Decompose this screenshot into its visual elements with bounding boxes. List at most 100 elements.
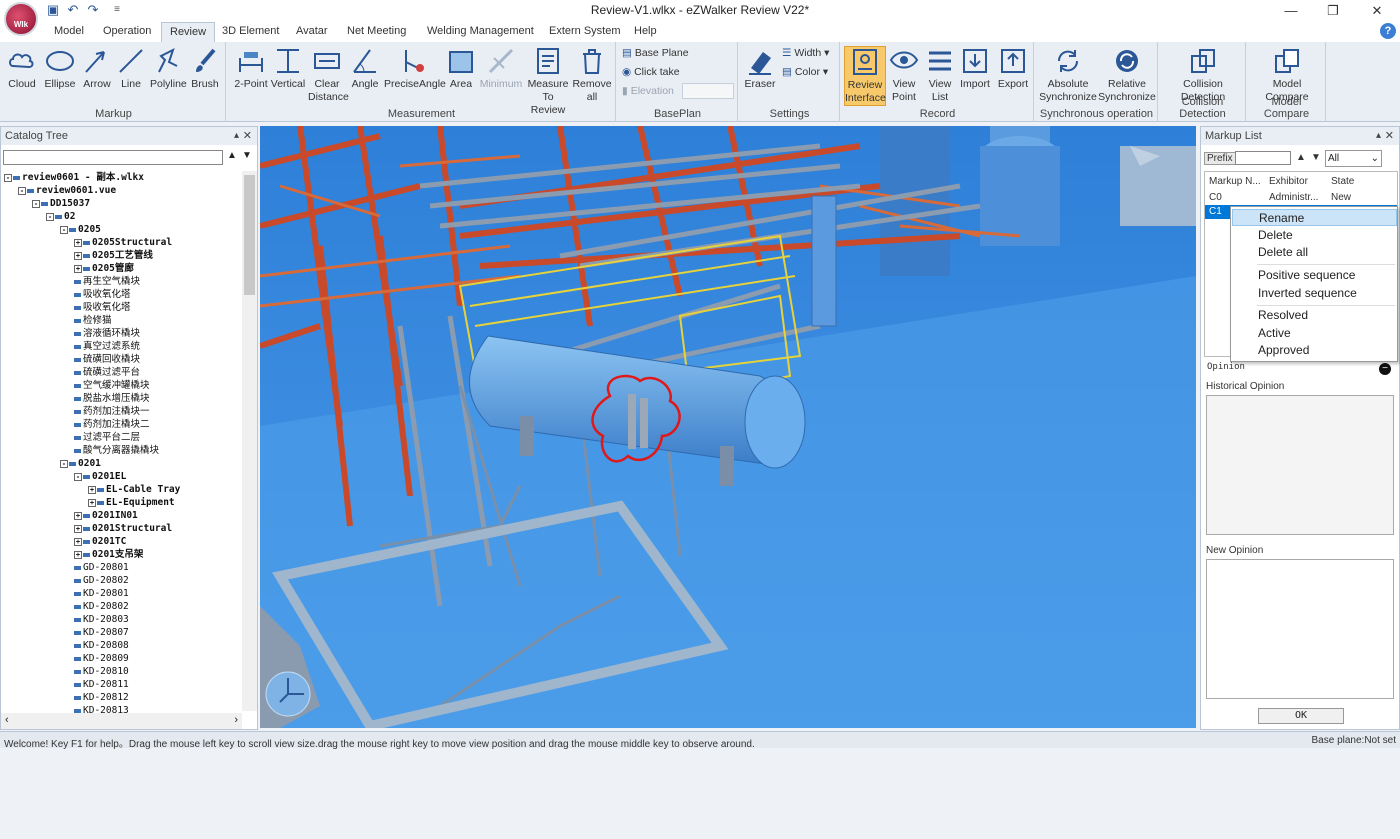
historical-opinion-box[interactable] [1206, 395, 1394, 535]
menu-item-inverted-sequence[interactable]: Inverted sequence [1232, 285, 1397, 302]
column-header-exhibitor[interactable]: Exhibitor [1269, 176, 1308, 187]
close-icon[interactable]: ✕ [1354, 0, 1400, 22]
prefix-input[interactable] [1235, 151, 1291, 165]
arrow-button[interactable]: Arrow [80, 46, 114, 91]
relative-synchronize-button[interactable]: Relative Synchronize [1098, 46, 1156, 104]
tree-item[interactable]: +0201TC [74, 535, 126, 548]
tree-item[interactable]: - 0201EL [74, 470, 126, 483]
tree-item[interactable]: 硫磺回收橇块 [74, 353, 140, 366]
cloud-button[interactable]: Cloud [6, 46, 38, 91]
polyline-button[interactable]: Polyline [150, 46, 187, 91]
collapse-icon[interactable]: - [60, 459, 68, 468]
catalog-horizontal-scrollbar[interactable]: ‹ › [1, 713, 242, 729]
expand-icon[interactable]: + [74, 550, 82, 559]
tree-item[interactable]: - 0201 [60, 457, 101, 470]
expand-icon[interactable]: + [74, 511, 82, 520]
measure-to-review-button[interactable]: Measure To Review [526, 46, 570, 117]
tree-item[interactable]: 药剂加注橇块二 [74, 418, 150, 431]
prefix-button[interactable]: Prefix [1204, 152, 1236, 165]
collapse-icon[interactable]: − [1379, 363, 1391, 375]
menu-item-delete[interactable]: Delete [1232, 227, 1397, 244]
tree-item[interactable]: +0201Structural [74, 522, 172, 535]
tree-item[interactable]: 再生空气橇块 [74, 275, 140, 288]
scroll-thumb[interactable] [244, 175, 255, 295]
tree-item[interactable]: 空气缓冲罐橇块 [74, 379, 150, 392]
collapse-icon[interactable]: - [60, 225, 68, 234]
tab-net-meeting[interactable]: Net Meeting [347, 25, 406, 37]
search-up-icon[interactable]: ▲ [227, 150, 237, 161]
3d-viewport[interactable] [260, 126, 1196, 728]
app-logo[interactable]: WIk [4, 2, 38, 36]
tree-item[interactable]: - review0601.vue [18, 184, 116, 197]
help-icon[interactable]: ? [1380, 23, 1396, 39]
view-point-button[interactable]: View Point [888, 46, 920, 104]
tree-item[interactable]: KD-20807 [74, 626, 129, 639]
tree-item[interactable]: KD-20808 [74, 639, 129, 652]
tab-extern-system[interactable]: Extern System [549, 25, 621, 37]
minimum-button[interactable]: Minimum [478, 46, 524, 91]
tree-item[interactable]: 脱盐水增压橇块 [74, 392, 150, 405]
tree-item[interactable]: - DD15037 [32, 197, 90, 210]
base-plane-button[interactable]: ▤ Base Plane [622, 47, 689, 59]
tab-welding-management[interactable]: Welding Management [427, 25, 534, 37]
absolute-synchronize-button[interactable]: Absolute Synchronize [1038, 46, 1098, 104]
tree-item[interactable]: +0201支吊架 [74, 548, 143, 561]
expand-icon[interactable]: + [88, 498, 96, 507]
tree-item[interactable]: +0205工艺管线 [74, 249, 153, 262]
minimize-icon[interactable]: — [1268, 0, 1314, 22]
tree-item[interactable]: KD-20809 [74, 652, 129, 665]
tree-item[interactable]: - 02 [46, 210, 75, 223]
tree-item[interactable]: KD-20810 [74, 665, 129, 678]
close-panel-icon[interactable]: ✕ [1385, 129, 1394, 142]
catalog-search-input[interactable] [3, 150, 223, 165]
tree-item[interactable]: - review0601 - 副本.wlkx [4, 171, 144, 184]
collapse-icon[interactable]: - [46, 212, 54, 221]
precise-angle-button[interactable]: PreciseAngle [384, 46, 446, 91]
angle-button[interactable]: Angle [348, 46, 382, 91]
eraser-button[interactable]: Eraser [742, 46, 778, 91]
view-list-button[interactable]: View List [924, 46, 956, 104]
table-row[interactable]: C0 Administr... New [1205, 190, 1397, 204]
state-filter-select[interactable]: All ⌄ [1325, 150, 1382, 167]
ok-button[interactable]: OK [1258, 708, 1344, 724]
column-header-state[interactable]: State [1331, 176, 1354, 187]
expand-icon[interactable]: + [74, 537, 82, 546]
catalog-vertical-scrollbar[interactable] [242, 171, 257, 711]
close-panel-icon[interactable]: ✕ [243, 129, 252, 142]
color-dropdown[interactable]: ▤ Color ▾ [782, 66, 828, 78]
tree-item[interactable]: GD-20801 [74, 561, 129, 574]
tab-review[interactable]: Review [161, 22, 216, 43]
tab-operation[interactable]: Operation [103, 25, 151, 37]
tree-item[interactable]: 硫磺过滤平台 [74, 366, 140, 379]
tab-3d-element[interactable]: 3D Element [222, 25, 279, 37]
prefix-up-icon[interactable]: ▲ [1296, 152, 1306, 163]
tree-item[interactable]: +0205管廊 [74, 262, 134, 275]
tree-item[interactable]: 溶液循环橇块 [74, 327, 140, 340]
tree-item[interactable]: 吸收氧化塔 [74, 301, 131, 314]
menu-item-approved[interactable]: Approved [1232, 342, 1397, 359]
tree-item[interactable]: + EL-Cable Tray [88, 483, 180, 496]
menu-item-rename[interactable]: Rename [1232, 209, 1397, 226]
tree-item[interactable]: +0205Structural [74, 236, 172, 249]
import-button[interactable]: Import [958, 46, 992, 91]
new-opinion-input[interactable] [1206, 559, 1394, 699]
collapse-icon[interactable]: - [74, 472, 82, 481]
review-interface-button[interactable]: Review Interface [844, 46, 886, 106]
export-button[interactable]: Export [996, 46, 1030, 91]
tree-item[interactable]: KD-20812 [74, 691, 129, 704]
remove-all-button[interactable]: Remove all [572, 46, 612, 104]
expand-icon[interactable]: + [74, 524, 82, 533]
tree-item[interactable]: KD-20802 [74, 600, 129, 613]
tree-item[interactable]: - 0205 [60, 223, 101, 236]
plant-model-scene[interactable] [260, 126, 1196, 728]
expand-icon[interactable]: + [74, 238, 82, 247]
collapse-icon[interactable]: - [4, 173, 12, 182]
menu-item-delete-all[interactable]: Delete all [1232, 244, 1397, 261]
tree-item[interactable]: KD-20803 [74, 613, 129, 626]
tab-model[interactable]: Model [54, 25, 84, 37]
two-point-button[interactable]: 2-Point [232, 46, 270, 91]
ellipse-button[interactable]: Ellipse [42, 46, 78, 91]
expand-icon[interactable]: + [74, 251, 82, 260]
maximize-icon[interactable]: ❐ [1310, 0, 1356, 22]
tree-item[interactable]: 酸气分离器撬橇块 [74, 444, 159, 457]
